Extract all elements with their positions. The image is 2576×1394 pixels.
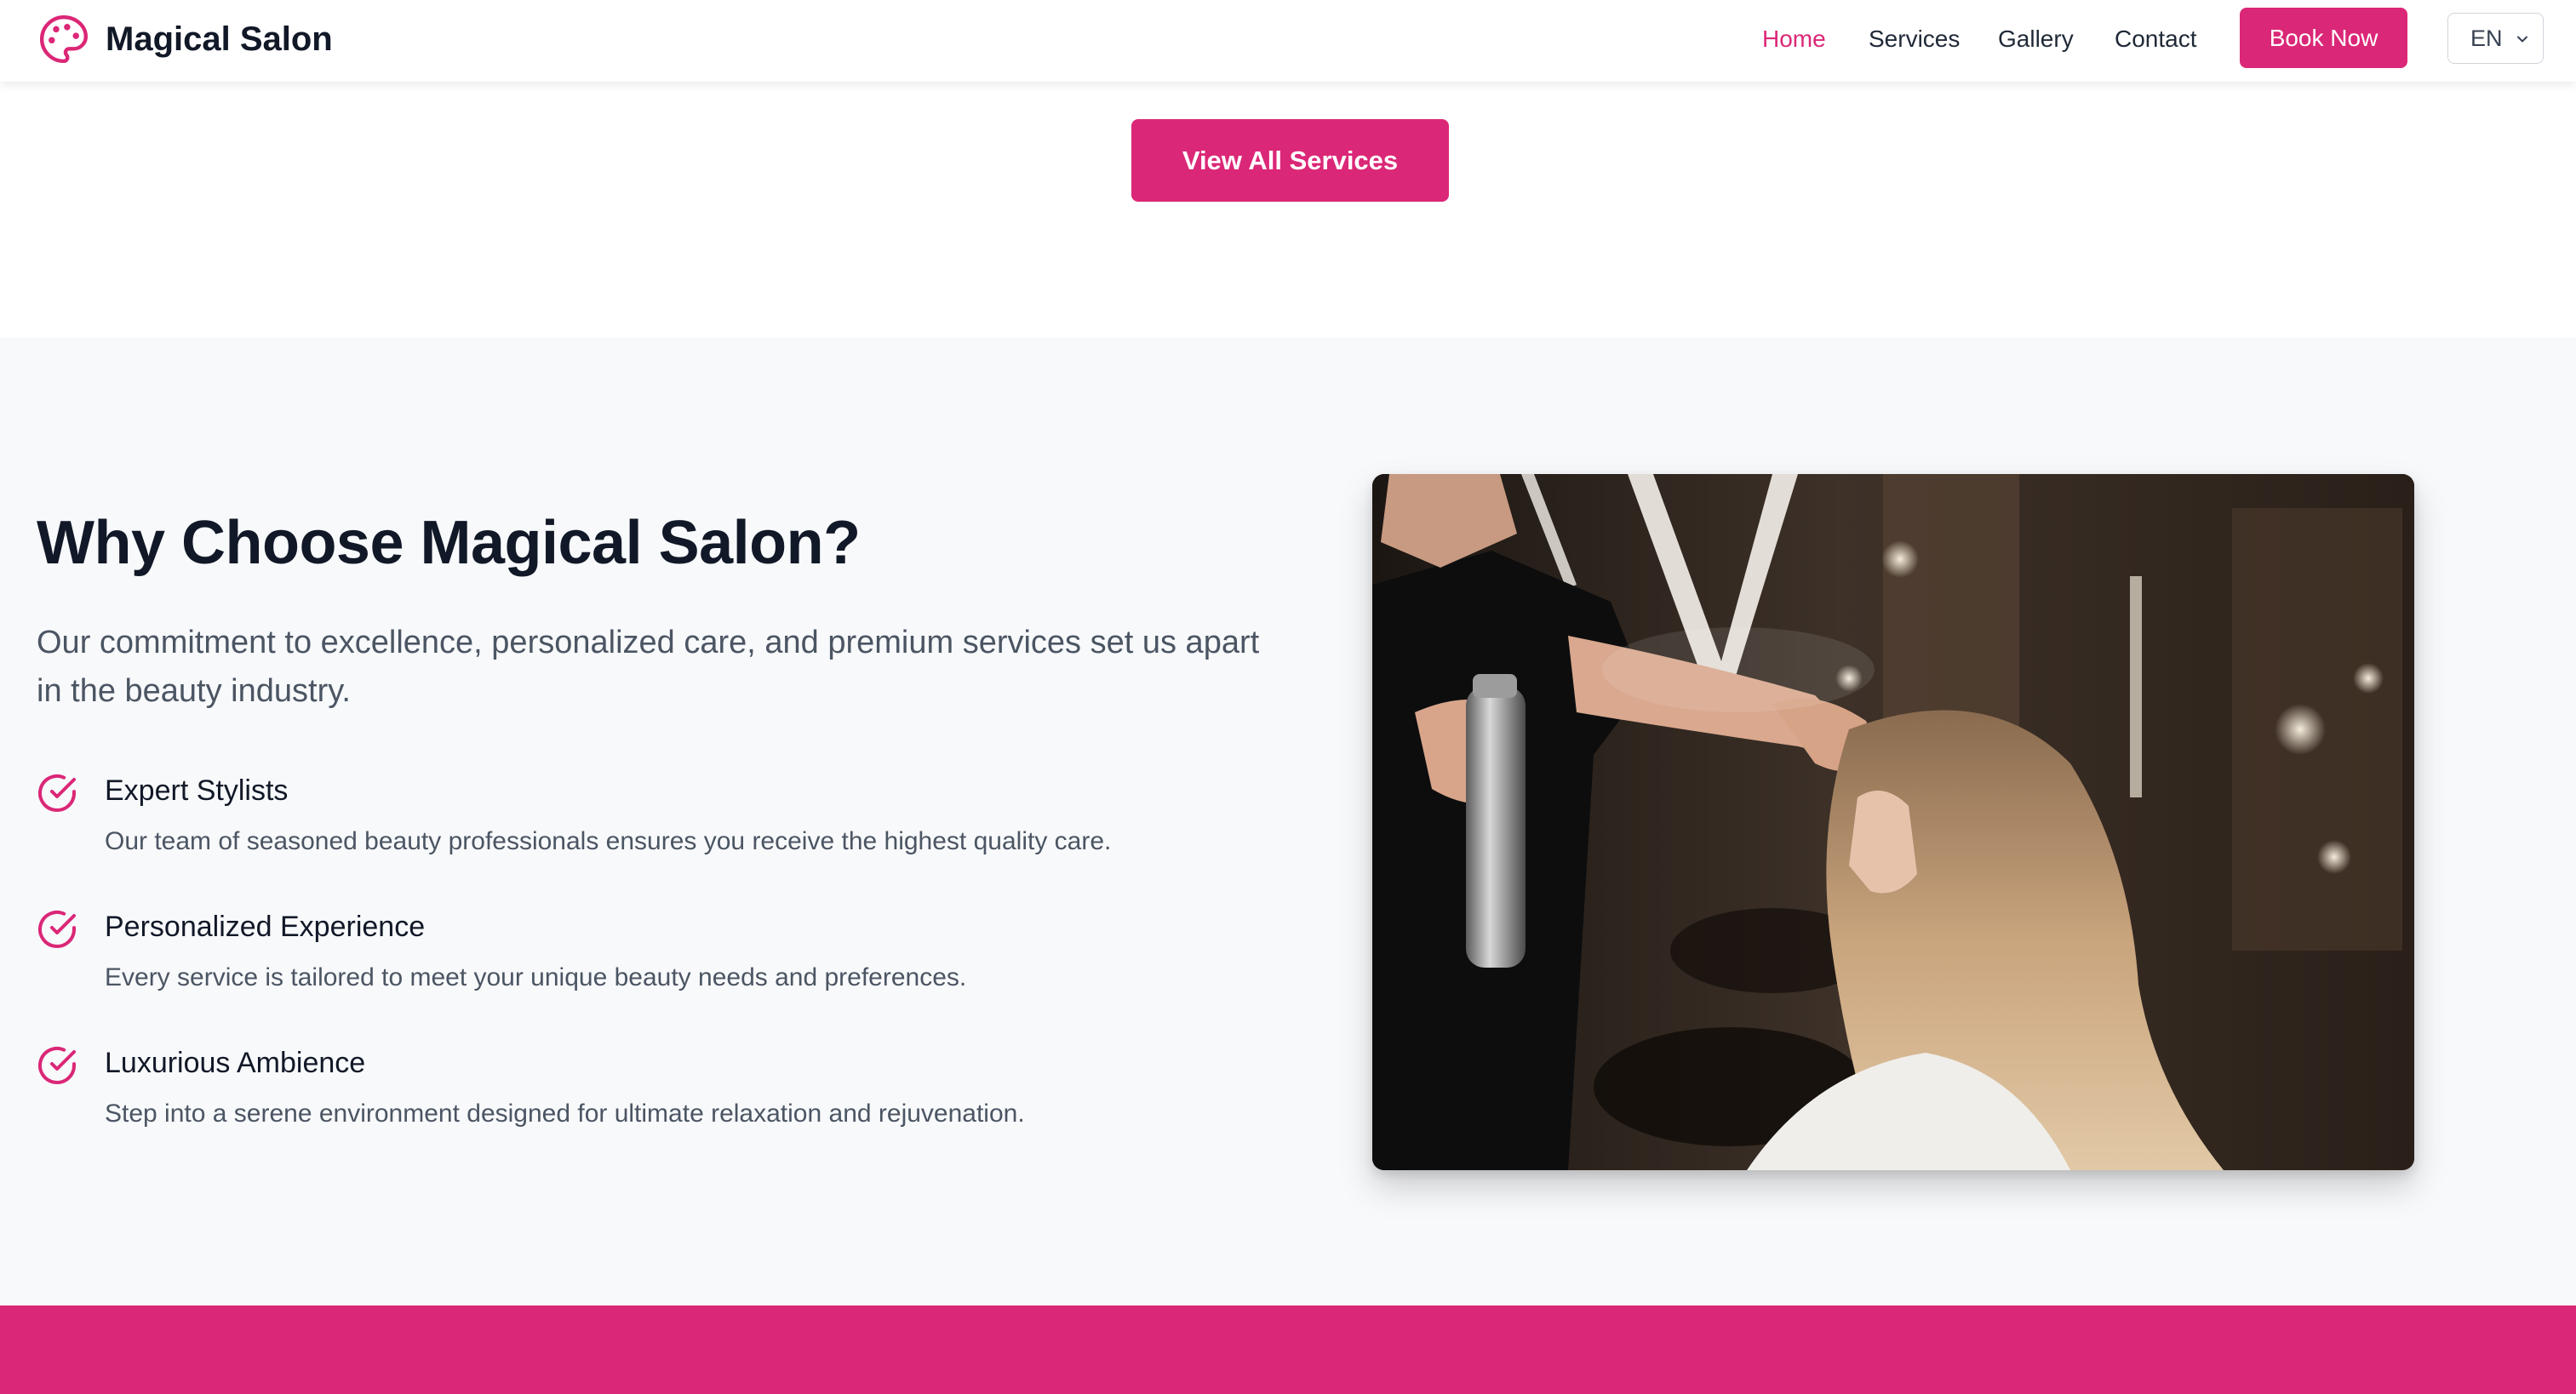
feature-item: Expert Stylists Our team of seasoned bea… bbox=[37, 768, 1271, 870]
chevron-down-icon bbox=[2517, 36, 2527, 43]
check-circle-icon bbox=[38, 911, 76, 948]
book-now-button[interactable]: Book Now bbox=[2240, 8, 2407, 68]
feature-title: Expert Stylists bbox=[105, 774, 289, 807]
section-subtitle: Our commitment to excellence, personaliz… bbox=[37, 625, 1260, 709]
salon-photo bbox=[1372, 474, 2414, 1170]
section-title: Why Choose Magical Salon? bbox=[37, 509, 861, 577]
palette-icon bbox=[39, 14, 89, 64]
language-select[interactable]: EN bbox=[2447, 13, 2544, 64]
feature-description: Our team of seasoned beauty professional… bbox=[105, 827, 1112, 855]
check-circle-icon bbox=[38, 774, 76, 812]
view-all-services-button[interactable]: View All Services bbox=[1131, 119, 1449, 202]
next-section-banner bbox=[0, 1305, 2576, 1394]
check-circle-icon bbox=[38, 1047, 76, 1084]
feature-item: Luxurious Ambience Step into a serene en… bbox=[37, 1040, 1271, 1142]
nav-link-contact[interactable]: Contact bbox=[2115, 22, 2197, 56]
nav-link-home[interactable]: Home bbox=[1762, 22, 1826, 56]
language-value: EN bbox=[2470, 25, 2503, 51]
feature-description: Every service is tailored to meet your u… bbox=[105, 963, 967, 991]
top-navbar: Magical Salon Home Services Gallery Cont… bbox=[0, 0, 2576, 82]
nav-link-gallery[interactable]: Gallery bbox=[1998, 22, 2074, 56]
feature-item: Personalized Experience Every service is… bbox=[37, 904, 1271, 1006]
feature-title: Luxurious Ambience bbox=[105, 1047, 366, 1079]
nav-link-services[interactable]: Services bbox=[1869, 22, 1960, 56]
feature-description: Step into a serene environment designed … bbox=[105, 1100, 1025, 1128]
salon-photo-illustration bbox=[1372, 474, 2414, 1170]
why-choose-section: Why Choose Magical Salon? Our commitment… bbox=[0, 338, 2576, 1305]
feature-title: Personalized Experience bbox=[105, 911, 426, 943]
brand-name: Magical Salon bbox=[106, 20, 333, 58]
brand[interactable]: Magical Salon bbox=[37, 12, 333, 66]
